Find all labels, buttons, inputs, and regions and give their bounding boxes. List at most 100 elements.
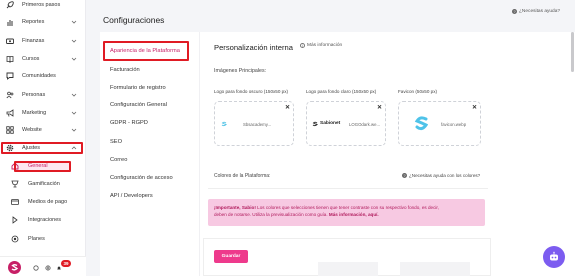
config-menu-api[interactable]: API / Developers	[110, 193, 153, 199]
upload-favicon[interactable]: ✕ favicon.webp	[398, 101, 481, 146]
close-icon[interactable]: ✕	[285, 104, 290, 111]
upload-label-dark-logo: Logo para fondo oscuro (150x50 px)	[214, 89, 289, 94]
upload-label-favicon: Favicon (50x50 px)	[398, 89, 438, 94]
sidebar-item-comunidades[interactable]: Comunidades	[0, 68, 86, 84]
sidebar-subitem-medios-de-pago[interactable]: Medios de pago	[0, 194, 86, 210]
brand-logo	[8, 261, 21, 274]
save-button[interactable]: Guardar	[214, 250, 248, 263]
chevron-down-icon	[71, 127, 77, 133]
config-menu-seo[interactable]: SEO	[110, 139, 122, 145]
sidebar-item-label: Comunidades	[22, 73, 56, 79]
sidebar-item-label: Website	[22, 127, 42, 133]
community-icon	[6, 72, 14, 80]
favicon-thumbnail	[414, 113, 429, 133]
config-menu-acceso[interactable]: Configuración de acceso	[110, 175, 173, 181]
help-link-label: ¿Necesitas ayuda?	[519, 9, 561, 14]
config-menu-facturacion[interactable]: Facturación	[110, 67, 140, 73]
chevron-down-icon	[71, 19, 77, 25]
credit-card-icon	[11, 198, 19, 206]
website-icon	[6, 126, 14, 134]
bot-icon	[550, 251, 558, 261]
chevron-down-icon	[71, 92, 77, 98]
config-menu-configuracion-general[interactable]: Configuración General	[110, 102, 167, 108]
rocket-icon	[6, 1, 14, 9]
sidebar-item-label: Primeros pasos	[22, 2, 61, 8]
contrast-alert: ¡Importante, Sabio! Los colores que sele…	[208, 199, 485, 226]
sidebar-subitem-integraciones[interactable]: Integraciones	[0, 212, 86, 228]
colors-help-label: ¿Necesitas ayuda con los colores?	[409, 173, 481, 178]
sidebar-item-personas[interactable]: Personas	[0, 87, 86, 103]
sidebar-item-label: Personas	[22, 92, 46, 98]
sidebar-footer: 39	[0, 256, 86, 276]
sidebar-item-primeros-pasos[interactable]: Primeros pasos	[0, 0, 86, 13]
more-info-link[interactable]: i Más información	[300, 43, 342, 48]
sidebar-item-finanzas[interactable]: Finanzas	[0, 33, 86, 49]
logo-thumbnail	[312, 121, 318, 127]
upload-filename: Sbsacademy...	[243, 122, 272, 127]
colors-label: Colores de la Plataforma:	[214, 173, 271, 179]
close-icon[interactable]: ✕	[472, 104, 477, 111]
sidebar-subitem-gamificacion[interactable]: Gamificación	[0, 176, 86, 192]
chevron-down-icon	[71, 110, 77, 116]
ajustes-highlight	[1, 142, 83, 154]
colors-help-link[interactable]: ? ¿Necesitas ayuda con los colores?	[402, 173, 480, 178]
alert-text-1: Los colores que selecciones tienen que t…	[255, 205, 439, 210]
config-menu-correo[interactable]: Correo	[110, 157, 127, 163]
sidebar-subitem-planes[interactable]: Planes	[0, 231, 86, 247]
sidebar-item-marketing[interactable]: Marketing	[0, 105, 86, 121]
sidebar-subitem-label: Gamificación	[28, 181, 60, 187]
sidebar-item-website[interactable]: Website	[0, 122, 86, 138]
info-icon: i	[300, 43, 305, 48]
upload-label-light-logo: Logo para fondo claro (150x50 px)	[306, 89, 377, 94]
settings-icon[interactable]	[33, 265, 39, 271]
general-highlight	[14, 161, 71, 172]
sidebar-item-cursos[interactable]: Cursos	[0, 51, 86, 67]
upload-filename: favicon.webp	[441, 122, 467, 127]
sidebar-item-label: Marketing	[22, 110, 47, 116]
question-icon: ?	[402, 173, 407, 178]
help-link[interactable]: ? ¿Necesitas ayuda?	[512, 9, 560, 14]
preview-placeholder	[400, 262, 470, 276]
chat-assistant-button[interactable]	[543, 246, 565, 268]
sidebar-item-reportes[interactable]: Reportes	[0, 14, 86, 30]
sidebar-item-label: Reportes	[22, 19, 45, 25]
upload-filename: LOGOdark.we...	[349, 122, 381, 127]
sidebar-subitem-label: Medios de pago	[28, 199, 68, 205]
brand-name: Sabionet	[320, 121, 341, 126]
alert-lead: ¡Importante, Sabio!	[214, 205, 256, 210]
images-label: Imágenes Principales:	[214, 68, 267, 74]
sidebar-subitem-label: Integraciones	[28, 217, 62, 223]
logo-thumbnail	[221, 121, 227, 127]
config-menu-formulario-registro[interactable]: Formulario de registro	[110, 85, 166, 91]
chevron-down-icon	[71, 38, 77, 44]
sidebar-item-label: Finanzas	[22, 38, 45, 44]
upload-light-logo[interactable]: ✕ Sabionet LOGOdark.we...	[306, 101, 386, 146]
upload-dark-logo[interactable]: ✕ Sbsacademy...	[214, 101, 294, 146]
page-title: Configuraciones	[103, 15, 165, 25]
people-icon	[6, 91, 14, 99]
preview-placeholder	[318, 262, 378, 276]
divider	[208, 188, 488, 189]
alert-line-1: ¡Importante, Sabio! Los colores que sele…	[214, 204, 479, 211]
sidebar: Primeros pasos Reportes Finanzas Cursos …	[0, 0, 86, 276]
globe-icon[interactable]	[45, 265, 51, 271]
courses-icon	[6, 55, 14, 63]
sidebar-subitem-label: Planes	[28, 236, 45, 242]
config-menu-gdpr[interactable]: GDPR - RGPD	[110, 120, 148, 126]
apariencia-highlight	[103, 41, 189, 61]
scrollbar[interactable]	[571, 32, 574, 72]
integrations-icon	[11, 216, 19, 224]
menu-divider	[199, 32, 200, 276]
section-title: Personalización interna	[214, 43, 293, 52]
sidebar-item-label: Cursos	[22, 56, 40, 62]
plans-icon	[11, 235, 19, 243]
alert-text-2: deben de notarse. Utiliza la previsualiz…	[214, 212, 328, 217]
marketing-icon	[6, 109, 14, 117]
close-icon[interactable]: ✕	[377, 104, 382, 111]
alert-link[interactable]: Más información, aquí.	[329, 212, 379, 217]
finance-icon	[6, 37, 14, 45]
alert-line-2: deben de notarse. Utiliza la previsualiz…	[214, 211, 479, 218]
notification-badge: 39	[61, 260, 71, 267]
question-icon: ?	[512, 9, 517, 14]
more-info-label: Más información	[307, 43, 343, 48]
